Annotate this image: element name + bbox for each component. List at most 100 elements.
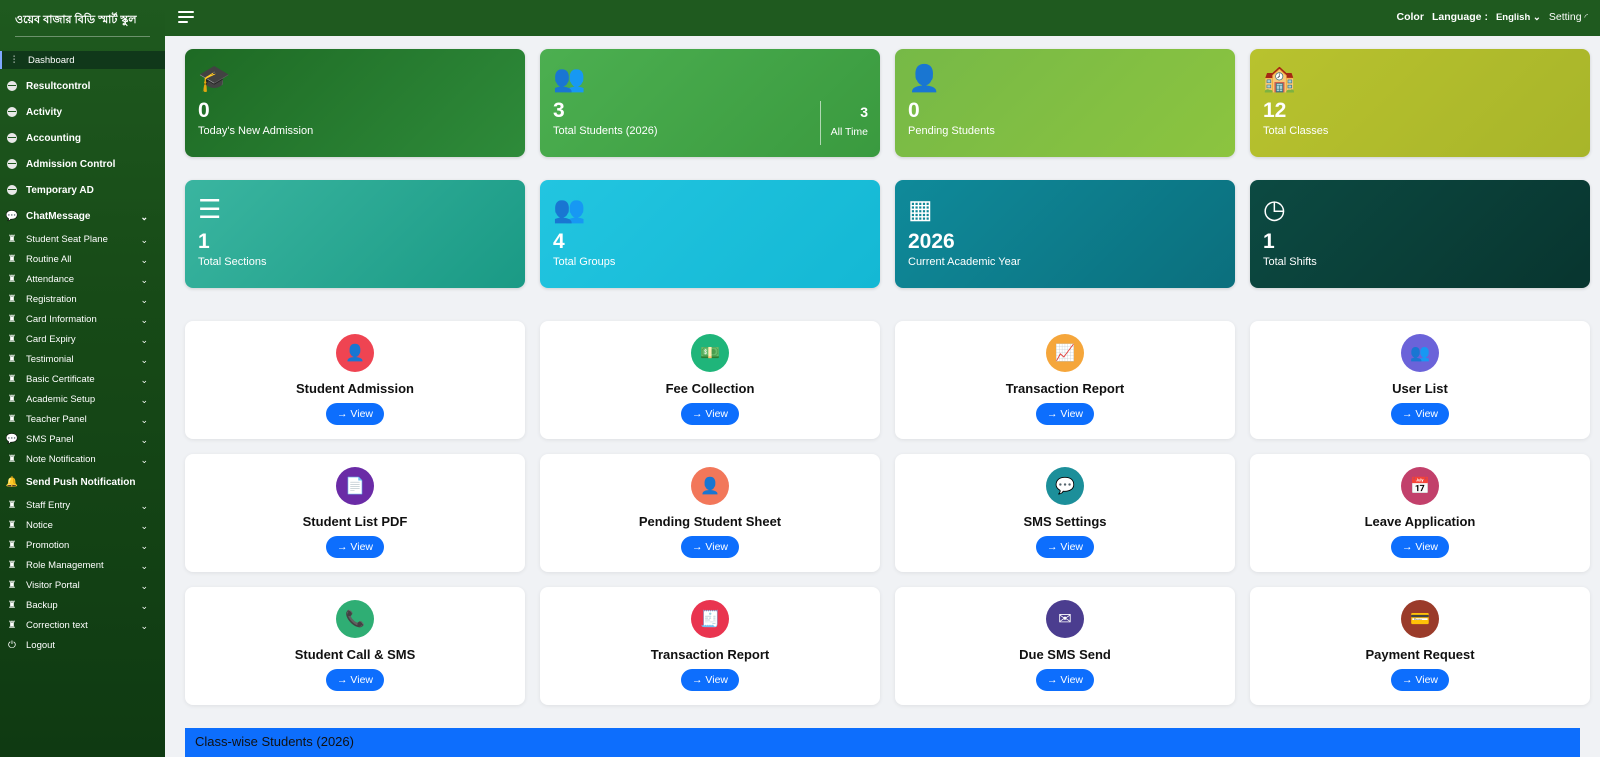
view-button[interactable]: → View <box>1391 403 1449 425</box>
view-button[interactable]: → View <box>681 403 739 425</box>
user-plus-icon: 👤 <box>336 334 374 372</box>
brand-title: ওয়েব বাজার বিডি স্মার্ট স্কুল <box>15 14 137 26</box>
view-button[interactable]: → View <box>1391 536 1449 558</box>
chevron-down-icon: ⌄ <box>140 541 148 552</box>
view-button[interactable]: → View <box>1391 669 1449 691</box>
sidebar-item-student-seat-plane[interactable]: ♜ Student Seat Plane ⌄ <box>0 229 165 249</box>
sidebar-item-label: Registration <box>26 293 77 305</box>
phone-icon: 📞 <box>336 600 374 638</box>
sidebar-item-promotion[interactable]: ♜ Promotion ⌄ <box>0 535 165 555</box>
sidebar-item-temporary-ad[interactable]: Temporary AD <box>0 177 165 203</box>
sidebar-item-notice[interactable]: ♜ Notice ⌄ <box>0 515 165 535</box>
chevron-down-icon: ⌄ <box>140 295 148 306</box>
sidebar-item-logout[interactable]: ⏻ Logout <box>0 635 165 655</box>
sidebar-item-label: Admission Control <box>26 158 116 170</box>
sidebar-item-chatmessage[interactable]: 💬 ChatMessage ⌄ <box>0 203 165 229</box>
sidebar-item-accounting[interactable]: Accounting <box>0 125 165 151</box>
sidebar-item-label: Logout <box>26 639 56 651</box>
user-graduate-icon: ♜ <box>7 539 17 551</box>
sidebar-item-label: Backup <box>26 599 58 611</box>
user-graduate-icon: ♜ <box>7 233 17 245</box>
view-button[interactable]: → View <box>1036 536 1094 558</box>
pdf-icon: 📄 <box>336 467 374 505</box>
sidebar-item-dashboard[interactable]: ⫶ Dashboard <box>0 51 165 69</box>
feature-title: Fee Collection <box>665 381 755 396</box>
envelope-open-icon: ✉ <box>1046 600 1084 638</box>
chevron-down-icon: ⌄ <box>140 621 148 632</box>
user-graduate-icon: ♜ <box>7 313 17 325</box>
topbar-actions: Color Language : English ⌄ Setting ◜ <box>1397 11 1588 23</box>
sidebar-item-label: Temporary AD <box>26 184 94 196</box>
sidebar-item-visitor-portal[interactable]: ♜ Visitor Portal ⌄ <box>0 575 165 595</box>
all-time-stat: 3 All Time <box>819 101 868 145</box>
sidebar-item-backup[interactable]: ♜ Backup ⌄ <box>0 595 165 615</box>
chevron-down-icon: ⌄ <box>140 581 148 592</box>
sidebar-item-correction-text[interactable]: ♜ Correction text ⌄ <box>0 615 165 635</box>
sidebar-item-registration[interactable]: ♜ Registration ⌄ <box>0 289 165 309</box>
stat-label: Total Classes <box>1263 125 1329 137</box>
sidebar-item-label: Basic Certificate <box>26 373 95 385</box>
chevron-down-icon: ⌄ <box>140 375 148 386</box>
stat-value: 1 <box>1263 230 1275 253</box>
sidebar-item-testimonial[interactable]: ♜ Testimonial ⌄ <box>0 349 165 369</box>
sidebar-item-academic-setup[interactable]: ♜ Academic Setup ⌄ <box>0 389 165 409</box>
sms-icon: 💬 <box>1046 467 1084 505</box>
chevron-down-icon: ⌄ <box>140 335 148 346</box>
menu-toggle-icon[interactable] <box>178 11 194 23</box>
dashboard-main: Class-wise Students (2026) 🎓 0 Today's New… <box>165 36 1600 757</box>
feature-title: Student Call & SMS <box>294 647 416 662</box>
stat-value: 4 <box>553 230 565 253</box>
sidebar-item-card-expiry[interactable]: ♜ Card Expiry ⌄ <box>0 329 165 349</box>
sidebar-item-label: Promotion <box>26 539 70 551</box>
sidebar-item-label: Routine All <box>26 253 72 265</box>
view-button[interactable]: → View <box>1036 669 1094 691</box>
sidebar-item-card-information[interactable]: ♜ Card Information ⌄ <box>0 309 165 329</box>
feature-title: Payment Request <box>1365 647 1475 662</box>
sidebar-item-admission-control[interactable]: Admission Control <box>0 151 165 177</box>
user-clock-icon: 👤 <box>908 63 941 93</box>
sidebar-item-teacher-panel[interactable]: ♜ Teacher Panel ⌄ <box>0 409 165 429</box>
stat-label: Pending Students <box>908 125 995 137</box>
globe-icon <box>6 184 18 196</box>
feature-card-leave-application: 📅 Leave Application → View <box>1250 454 1590 572</box>
view-button[interactable]: → View <box>326 669 384 691</box>
sidebar-item-activity[interactable]: Activity <box>0 99 165 125</box>
setting-button[interactable]: Setting ◜ <box>1549 11 1588 23</box>
user-graduate-icon: ♜ <box>7 619 17 631</box>
stat-card-total-groups: 👥 4 Total Groups <box>540 180 880 288</box>
setting-label: Setting <box>1548 11 1582 23</box>
user-graduate-icon: ♜ <box>7 253 17 265</box>
sidebar-item-note-notification[interactable]: ♜ Note Notification ⌄ <box>0 449 165 469</box>
view-button[interactable]: → View <box>1036 403 1094 425</box>
stat-card-total-students-2026-: 👥 3 Total Students (2026) 3 All Time <box>540 49 880 157</box>
view-button[interactable]: → View <box>681 536 739 558</box>
feature-title: Student List PDF <box>302 514 408 529</box>
sidebar-item-staff-entry[interactable]: ♜ Staff Entry ⌄ <box>0 495 165 515</box>
user-graduate-icon: ♜ <box>7 273 17 285</box>
user-clock-icon: 👤 <box>691 467 729 505</box>
view-button[interactable]: → View <box>326 536 384 558</box>
user-graduate-icon: ♜ <box>7 599 17 611</box>
chevron-down-icon: ⌄ <box>140 415 148 426</box>
view-button[interactable]: → View <box>326 403 384 425</box>
chevron-down-icon: ⌄ <box>140 212 148 223</box>
sidebar-item-routine-all[interactable]: ♜ Routine All ⌄ <box>0 249 165 269</box>
feature-card-transaction-report: 🧾 Transaction Report → View <box>540 587 880 705</box>
sidebar-item-basic-certificate[interactable]: ♜ Basic Certificate ⌄ <box>0 369 165 389</box>
language-select[interactable]: English ⌄ <box>1496 12 1541 23</box>
sidebar-item-label: Dashboard <box>28 54 75 66</box>
globe-icon <box>6 158 18 170</box>
language-value: English <box>1495 11 1531 23</box>
globe-icon <box>6 106 18 118</box>
globe-icon <box>6 132 18 144</box>
chevron-down-icon: ⌄ <box>140 235 148 246</box>
sidebar-item-attendance[interactable]: ♜ Attendance ⌄ <box>0 269 165 289</box>
sidebar-item-resultcontrol[interactable]: Resultcontrol <box>0 73 165 99</box>
color-button[interactable]: Color <box>1397 11 1424 23</box>
user-graduate-icon: ♜ <box>7 499 17 511</box>
chevron-down-icon: ⌄ <box>140 435 148 446</box>
sidebar-item-role-management[interactable]: ♜ Role Management ⌄ <box>0 555 165 575</box>
sidebar-item-send-push-notification[interactable]: 🔔 Send Push Notification <box>0 469 165 495</box>
sidebar-item-sms-panel[interactable]: 💬 SMS Panel ⌄ <box>0 429 165 449</box>
view-button[interactable]: → View <box>681 669 739 691</box>
